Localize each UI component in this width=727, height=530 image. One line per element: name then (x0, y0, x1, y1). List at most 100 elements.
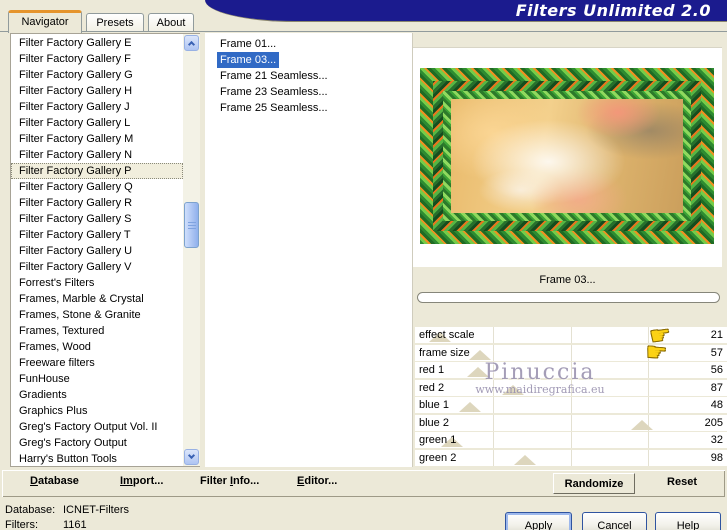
category-list-item[interactable]: Forrest's Filters (11, 275, 183, 291)
category-list-item[interactable]: Filter Factory Gallery P (11, 163, 183, 179)
slider-label: effect scale (419, 329, 475, 341)
preview-frame-mid (433, 81, 701, 231)
scrollbar-thumb[interactable] (184, 202, 199, 248)
filter-list-item[interactable]: Frame 23 Seamless... (217, 84, 331, 100)
category-listbox[interactable]: Filter Factory Gallery E Filter Factory G… (10, 33, 200, 467)
preview-frame-inner (443, 91, 691, 221)
category-list-item[interactable]: Filter Factory Gallery E (11, 35, 183, 51)
slider-value: 205 (704, 416, 723, 429)
chevron-down-icon (187, 451, 196, 460)
tab-about[interactable]: About (148, 13, 194, 32)
slider-track[interactable] (417, 415, 697, 431)
slider-row-frame-size[interactable]: frame size 57 (415, 344, 727, 361)
category-list-item[interactable]: Filter Factory Gallery V (11, 259, 183, 275)
category-list-item[interactable]: Freeware filters (11, 355, 183, 371)
tab-presets[interactable]: Presets (86, 13, 144, 32)
editor-button[interactable]: Editor... (297, 475, 337, 487)
category-list-item[interactable]: Filter Factory Gallery N (11, 147, 183, 163)
slider-track[interactable] (417, 432, 697, 448)
category-list-item[interactable]: Filter Factory Gallery J (11, 99, 183, 115)
database-button[interactable]: Database (30, 475, 79, 487)
filter-listbox[interactable]: Frame 01... Frame 03... Frame 21 Seamless.… (205, 33, 413, 467)
preview-caption: Frame 03... (539, 274, 596, 286)
slider-thumb[interactable] (631, 419, 654, 430)
filter-list-item[interactable]: Frame 03... (217, 52, 280, 68)
tabstrip-divider (0, 31, 727, 32)
slider-label: frame size (419, 346, 470, 359)
apply-button[interactable]: Apply (505, 512, 572, 530)
preview-image[interactable] (420, 68, 714, 244)
category-list-item[interactable]: Filter Factory Gallery Q (11, 179, 183, 195)
slider-thumb[interactable] (458, 402, 481, 412)
slider-row-blue-1[interactable]: blue 1 48 (415, 397, 727, 413)
slider-row-green-2[interactable]: green 2 98 (415, 449, 727, 466)
slider-row-effect-scale[interactable]: effect scale 21 (415, 327, 727, 343)
slider-label: red 1 (419, 364, 445, 376)
category-list-item[interactable]: Filter Factory Gallery M (11, 131, 183, 147)
filter-list-item[interactable]: Frame 01... (217, 36, 279, 52)
category-list-item[interactable]: Frames, Textured (11, 323, 183, 339)
slider-thumb[interactable] (501, 384, 524, 395)
category-list-item[interactable]: Harry's Button Tools (11, 451, 183, 466)
category-list-item[interactable]: Gradients (11, 387, 183, 403)
slider-value: 87 (710, 381, 723, 394)
import-button[interactable]: Import... (120, 475, 163, 487)
slider-row-red-1[interactable]: red 1 56 (415, 362, 727, 378)
slider-track[interactable] (417, 450, 697, 466)
category-list-item[interactable]: Frames, Wood (11, 339, 183, 355)
reset-button[interactable]: Reset (656, 476, 708, 488)
category-list-item[interactable]: Filter Factory Gallery S (11, 211, 183, 227)
category-scrollbar[interactable] (183, 34, 200, 466)
scroll-down-button[interactable] (184, 449, 199, 465)
slider-value: 21 (710, 329, 723, 341)
title-banner: Filters Unlimited 2.0 (205, 0, 727, 22)
cancel-button[interactable]: Cancel (582, 512, 647, 530)
randomize-button[interactable]: Randomize (553, 473, 635, 494)
category-list-item[interactable]: Graphics Plus (11, 403, 183, 419)
help-button[interactable]: Help (655, 512, 721, 530)
slider-thumb[interactable] (467, 367, 490, 377)
category-list-item[interactable]: Filter Factory Gallery T (11, 227, 183, 243)
category-list-item[interactable]: Filter Factory Gallery H (11, 83, 183, 99)
category-list-item[interactable]: Frames, Stone & Granite (11, 307, 183, 323)
filter-list-item[interactable]: Frame 21 Seamless... (217, 68, 331, 84)
category-list-item[interactable]: Filter Factory Gallery L (11, 115, 183, 131)
filter-info-button[interactable]: Filter Info... (200, 475, 259, 487)
category-list-item[interactable]: Filter Factory Gallery G (11, 67, 183, 83)
slider-label: red 2 (419, 381, 445, 394)
status-database-label: Database: (5, 504, 56, 516)
filters-unlimited-dialog: Filters Unlimited 2.0 Navigator Presets … (0, 0, 727, 530)
slider-track[interactable] (417, 397, 697, 413)
slider-label: green 1 (419, 434, 457, 446)
category-list-item[interactable]: Filter Factory Gallery F (11, 51, 183, 67)
slider-value: 98 (710, 451, 723, 464)
category-list-item[interactable]: Filter Factory Gallery R (11, 195, 183, 211)
preview-panel (413, 47, 722, 267)
scroll-up-button[interactable] (184, 35, 199, 51)
window-title: Filters Unlimited 2.0 (515, 1, 711, 20)
chevron-up-icon (187, 40, 196, 49)
slider-row-blue-2[interactable]: blue 2 205 (415, 414, 727, 431)
slider-value: 32 (710, 434, 723, 446)
slider-row-red-2[interactable]: red 2 87 (415, 379, 727, 396)
progress-bar (417, 292, 720, 303)
category-list-item[interactable]: Greg's Factory Output (11, 435, 183, 451)
slider-label: green 2 (419, 451, 457, 464)
filter-list-item[interactable]: Frame 25 Seamless... (217, 100, 331, 116)
tab-navigator[interactable]: Navigator (8, 10, 82, 33)
category-list-item[interactable]: Greg's Factory Output Vol. II (11, 419, 183, 435)
category-list-item[interactable]: FunHouse (11, 371, 183, 387)
slider-track[interactable] (417, 380, 697, 396)
slider-label: blue 2 (419, 416, 449, 429)
slider-value: 56 (710, 364, 723, 376)
category-list-item[interactable]: Frames, Marble & Crystal (11, 291, 183, 307)
slider-thumb[interactable] (468, 349, 491, 360)
slider-value: 48 (710, 399, 723, 411)
slider-row-green-1[interactable]: green 1 32 (415, 432, 727, 448)
category-list-item[interactable]: Filter Factory Gallery U (11, 243, 183, 259)
slider-thumb[interactable] (513, 454, 536, 465)
status-filters-label: Filters: (5, 519, 38, 530)
filter-items: Frame 01... Frame 03... Frame 21 Seamless.… (205, 33, 412, 116)
status-filters-value: 1161 (63, 519, 87, 530)
slider-label: blue 1 (419, 399, 449, 411)
